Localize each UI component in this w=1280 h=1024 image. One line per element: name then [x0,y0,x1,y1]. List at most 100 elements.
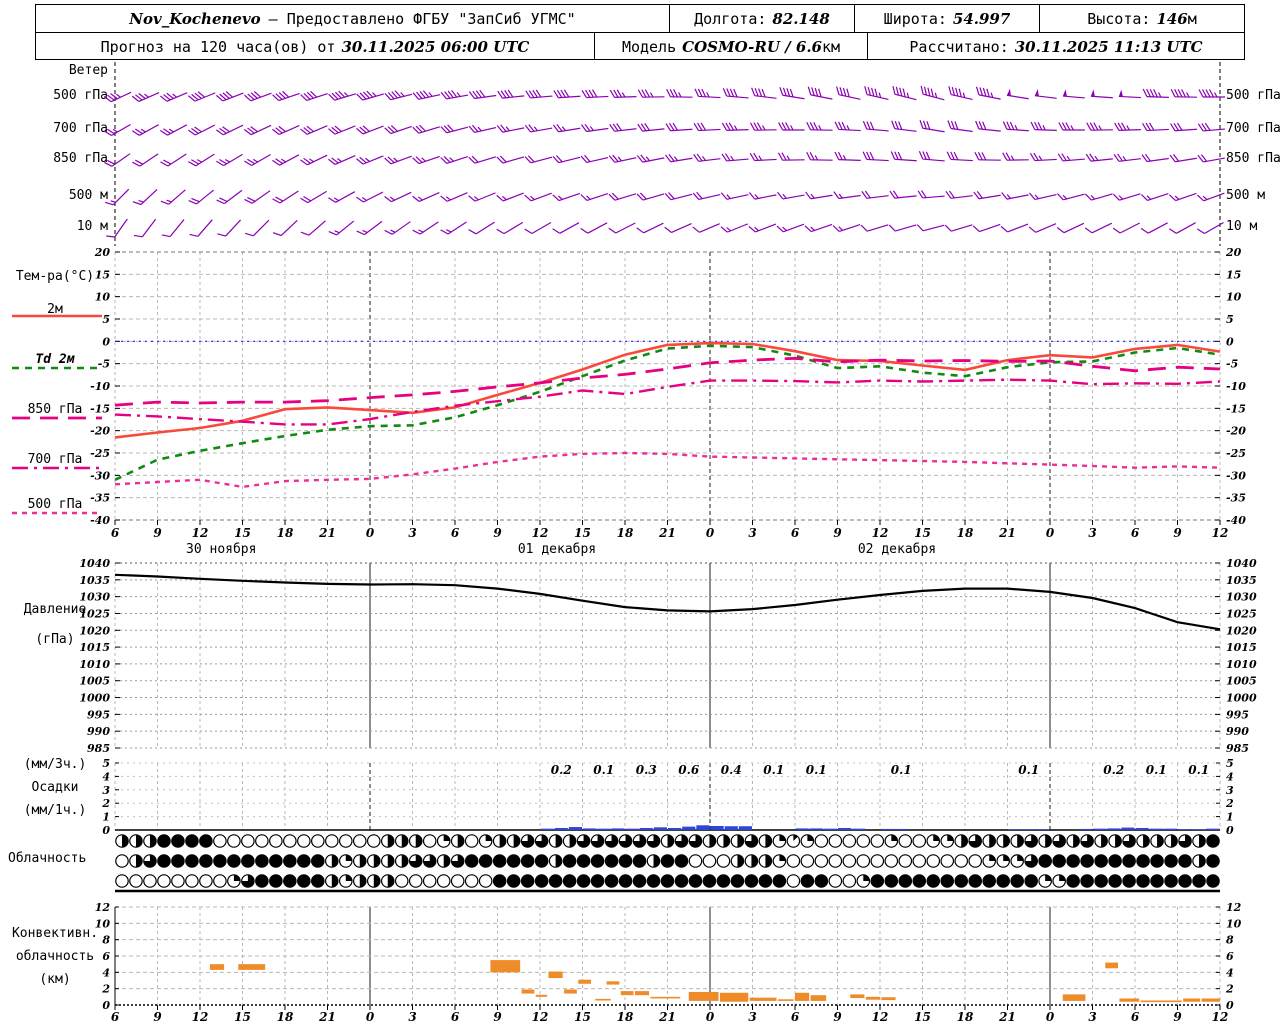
svg-text:0.1: 0.1 [763,763,784,777]
svg-text:18: 18 [957,1010,974,1024]
svg-text:2: 2 [1225,983,1234,996]
svg-text:4: 4 [102,770,110,783]
svg-text:3: 3 [748,1010,756,1024]
svg-text:20: 20 [94,246,111,259]
svg-text:-15: -15 [1226,402,1246,415]
svg-text:0.1: 0.1 [1188,763,1209,777]
svg-text:21: 21 [318,526,336,540]
svg-text:5: 5 [1226,757,1234,770]
svg-text:18: 18 [617,526,634,540]
svg-text:10: 10 [1226,917,1242,930]
svg-text:02 декабря: 02 декабря [858,542,936,557]
svg-text:-25: -25 [90,447,110,460]
svg-text:21: 21 [998,1010,1016,1024]
svg-text:1015: 1015 [1226,641,1257,654]
svg-text:15: 15 [574,526,591,540]
svg-text:-40: -40 [90,514,110,527]
svg-text:0.6: 0.6 [678,763,700,777]
svg-text:21: 21 [658,1010,676,1024]
svg-text:15: 15 [914,1010,931,1024]
svg-text:-30: -30 [90,469,110,482]
svg-text:1025: 1025 [79,607,110,620]
svg-text:995: 995 [87,708,110,721]
svg-text:9: 9 [153,526,162,540]
svg-text:1040: 1040 [1226,557,1257,570]
svg-text:15: 15 [95,268,110,281]
svg-text:9: 9 [493,1010,502,1024]
svg-text:-20: -20 [1226,425,1246,438]
svg-text:21: 21 [658,526,676,540]
svg-text:30 ноября: 30 ноября [186,542,256,557]
svg-text:9: 9 [1173,526,1182,540]
svg-text:1035: 1035 [1226,574,1257,587]
svg-text:0.2: 0.2 [551,763,572,777]
meteogram-chart: 20 2015 1510 105 50 0-5 -5-10 -10-15 -15-20 -20-2… [12,62,1257,1024]
svg-text:0: 0 [1046,1010,1055,1024]
svg-text:0.1: 0.1 [891,763,912,777]
svg-text:21: 21 [998,526,1016,540]
svg-text:5: 5 [102,313,110,326]
svg-text:12: 12 [1212,526,1229,540]
svg-text:1005: 1005 [1226,675,1257,688]
svg-text:1000: 1000 [1226,692,1257,705]
svg-text:9: 9 [493,526,502,540]
svg-text:1040: 1040 [79,557,110,570]
svg-text:0: 0 [1226,335,1234,348]
svg-text:6: 6 [791,526,800,540]
svg-text:-20: -20 [90,425,110,438]
svg-text:8: 8 [102,934,110,947]
svg-text:9: 9 [153,1010,162,1024]
svg-text:5: 5 [1226,313,1234,326]
svg-text:0: 0 [102,335,110,348]
svg-text:990: 990 [87,725,110,738]
svg-text:1: 1 [1226,811,1234,824]
svg-text:3: 3 [1088,1010,1096,1024]
svg-text:20: 20 [1225,246,1242,259]
svg-text:18: 18 [957,526,974,540]
svg-text:0: 0 [706,1010,715,1024]
svg-text:0: 0 [1046,526,1055,540]
svg-text:8: 8 [1226,934,1234,947]
svg-text:0: 0 [366,526,375,540]
svg-text:2: 2 [1225,797,1234,810]
svg-text:12: 12 [1226,901,1242,914]
svg-text:-10: -10 [1226,380,1246,393]
svg-text:2: 2 [101,797,110,810]
svg-text:9: 9 [833,1010,842,1024]
svg-text:3: 3 [408,1010,416,1024]
svg-text:5: 5 [102,757,110,770]
svg-text:01 декабря: 01 декабря [518,542,596,557]
svg-text:10: 10 [95,291,111,304]
svg-text:0.3: 0.3 [636,763,657,777]
svg-text:-25: -25 [1226,447,1246,460]
svg-text:6: 6 [1131,526,1140,540]
svg-text:0: 0 [366,1010,375,1024]
svg-text:15: 15 [914,526,931,540]
svg-text:3: 3 [748,526,756,540]
svg-text:-5: -5 [98,358,110,371]
svg-text:18: 18 [277,526,294,540]
svg-text:-15: -15 [90,402,110,415]
svg-text:0: 0 [102,999,110,1012]
svg-text:6: 6 [451,1010,460,1024]
svg-text:6: 6 [451,526,460,540]
svg-text:1000: 1000 [79,692,110,705]
svg-text:12: 12 [95,901,111,914]
svg-text:3: 3 [102,784,110,797]
meteogram-page: Nov_Kochenevo – Предоставлено ФГБУ "ЗапС… [0,0,1280,1024]
svg-text:12: 12 [192,1010,209,1024]
svg-text:3: 3 [1226,784,1234,797]
svg-text:0.1: 0.1 [806,763,827,777]
svg-text:6: 6 [102,950,110,963]
svg-text:995: 995 [1226,708,1249,721]
svg-text:-35: -35 [1226,492,1246,505]
svg-text:990: 990 [1226,725,1249,738]
svg-text:6: 6 [1226,950,1234,963]
svg-text:0.1: 0.1 [1018,763,1039,777]
svg-text:9: 9 [833,526,842,540]
svg-text:21: 21 [318,1010,336,1024]
svg-text:1005: 1005 [79,675,110,688]
svg-text:10: 10 [1226,291,1242,304]
svg-text:-30: -30 [1226,469,1246,482]
svg-text:3: 3 [408,526,416,540]
